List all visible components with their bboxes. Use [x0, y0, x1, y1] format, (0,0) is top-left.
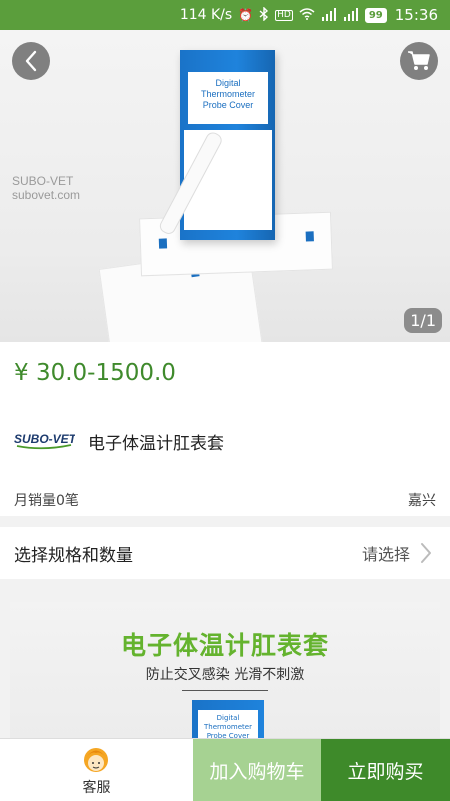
watermark: SUBO-VET subovet.com — [12, 174, 80, 202]
detail-title: 电子体温计肛表套 — [120, 631, 329, 660]
cart-button[interactable] — [400, 42, 438, 80]
product-info: ¥ 30.0-1500.0 SUBO-VET 电子体温计肛表套 月销量0笔 嘉兴 — [0, 342, 450, 516]
spec-selector[interactable]: 选择规格和数量 请选择 — [0, 527, 450, 579]
hd-icon: HD — [275, 9, 293, 21]
price: ¥ 30.0-1500.0 — [14, 360, 176, 386]
back-button[interactable] — [12, 42, 50, 80]
seller-location: 嘉兴 — [408, 493, 436, 509]
spec-value: 请选择 — [361, 545, 410, 564]
cart-icon — [408, 51, 430, 70]
product-detail-image: 电子体温计肛表套 防止交叉感染 光滑不刺激 Digital Thermomete… — [10, 602, 440, 742]
chevron-right-icon — [421, 543, 431, 563]
signal-4g-icon — [321, 7, 337, 23]
product-box: Digital Thermometer Probe Cover — [157, 50, 275, 240]
battery-indicator: 99 — [364, 7, 387, 23]
alarm-icon: ⏰ — [238, 8, 254, 22]
buy-now-button[interactable]: 立即购买 — [321, 739, 450, 801]
watermark-url: subovet.com — [12, 188, 81, 202]
brand-logo: SUBO-VET — [13, 428, 78, 452]
detail-background: 电子体温计肛表套 防止交叉感染 光滑不刺激 Digital Thermomete… — [10, 602, 440, 742]
svg-text:SUBO-VET: SUBO-VET — [14, 432, 75, 446]
wifi-icon — [299, 8, 315, 22]
customer-service-label: 客服 — [82, 780, 111, 796]
product-title: 电子体温计肛表套 — [88, 434, 224, 454]
network-speed: 114 K/s — [179, 7, 233, 23]
status-bar: 114 K/s ⏰ HD 99 15:36 — [0, 0, 450, 30]
clock: 15:36 — [394, 6, 438, 24]
image-pager: 1/1 — [404, 308, 442, 333]
add-to-cart-button[interactable]: 加入购物车 — [193, 739, 321, 801]
customer-service-button[interactable]: 客服 — [0, 739, 193, 801]
bluetooth-icon — [259, 6, 269, 23]
detail-product-box: Digital Thermometer Probe Cover — [192, 700, 264, 742]
signal-3g-icon — [343, 7, 359, 23]
customer-service-icon — [84, 748, 108, 772]
chevron-left-icon — [25, 50, 37, 72]
monthly-sales: 月销量0笔 — [14, 493, 79, 509]
watermark-brand: SUBO-VET — [12, 174, 74, 188]
spec-label: 选择规格和数量 — [14, 545, 133, 566]
bottom-action-bar: 客服 加入购物车 立即购买 — [0, 738, 450, 801]
detail-divider — [182, 690, 268, 691]
product-image-carousel[interactable]: SUBO-VET subovet.com Digital Thermometer… — [0, 30, 450, 342]
detail-subtitle: 防止交叉感染 光滑不刺激 — [145, 667, 305, 683]
box-label: Digital Thermometer Probe Cover — [188, 72, 268, 124]
